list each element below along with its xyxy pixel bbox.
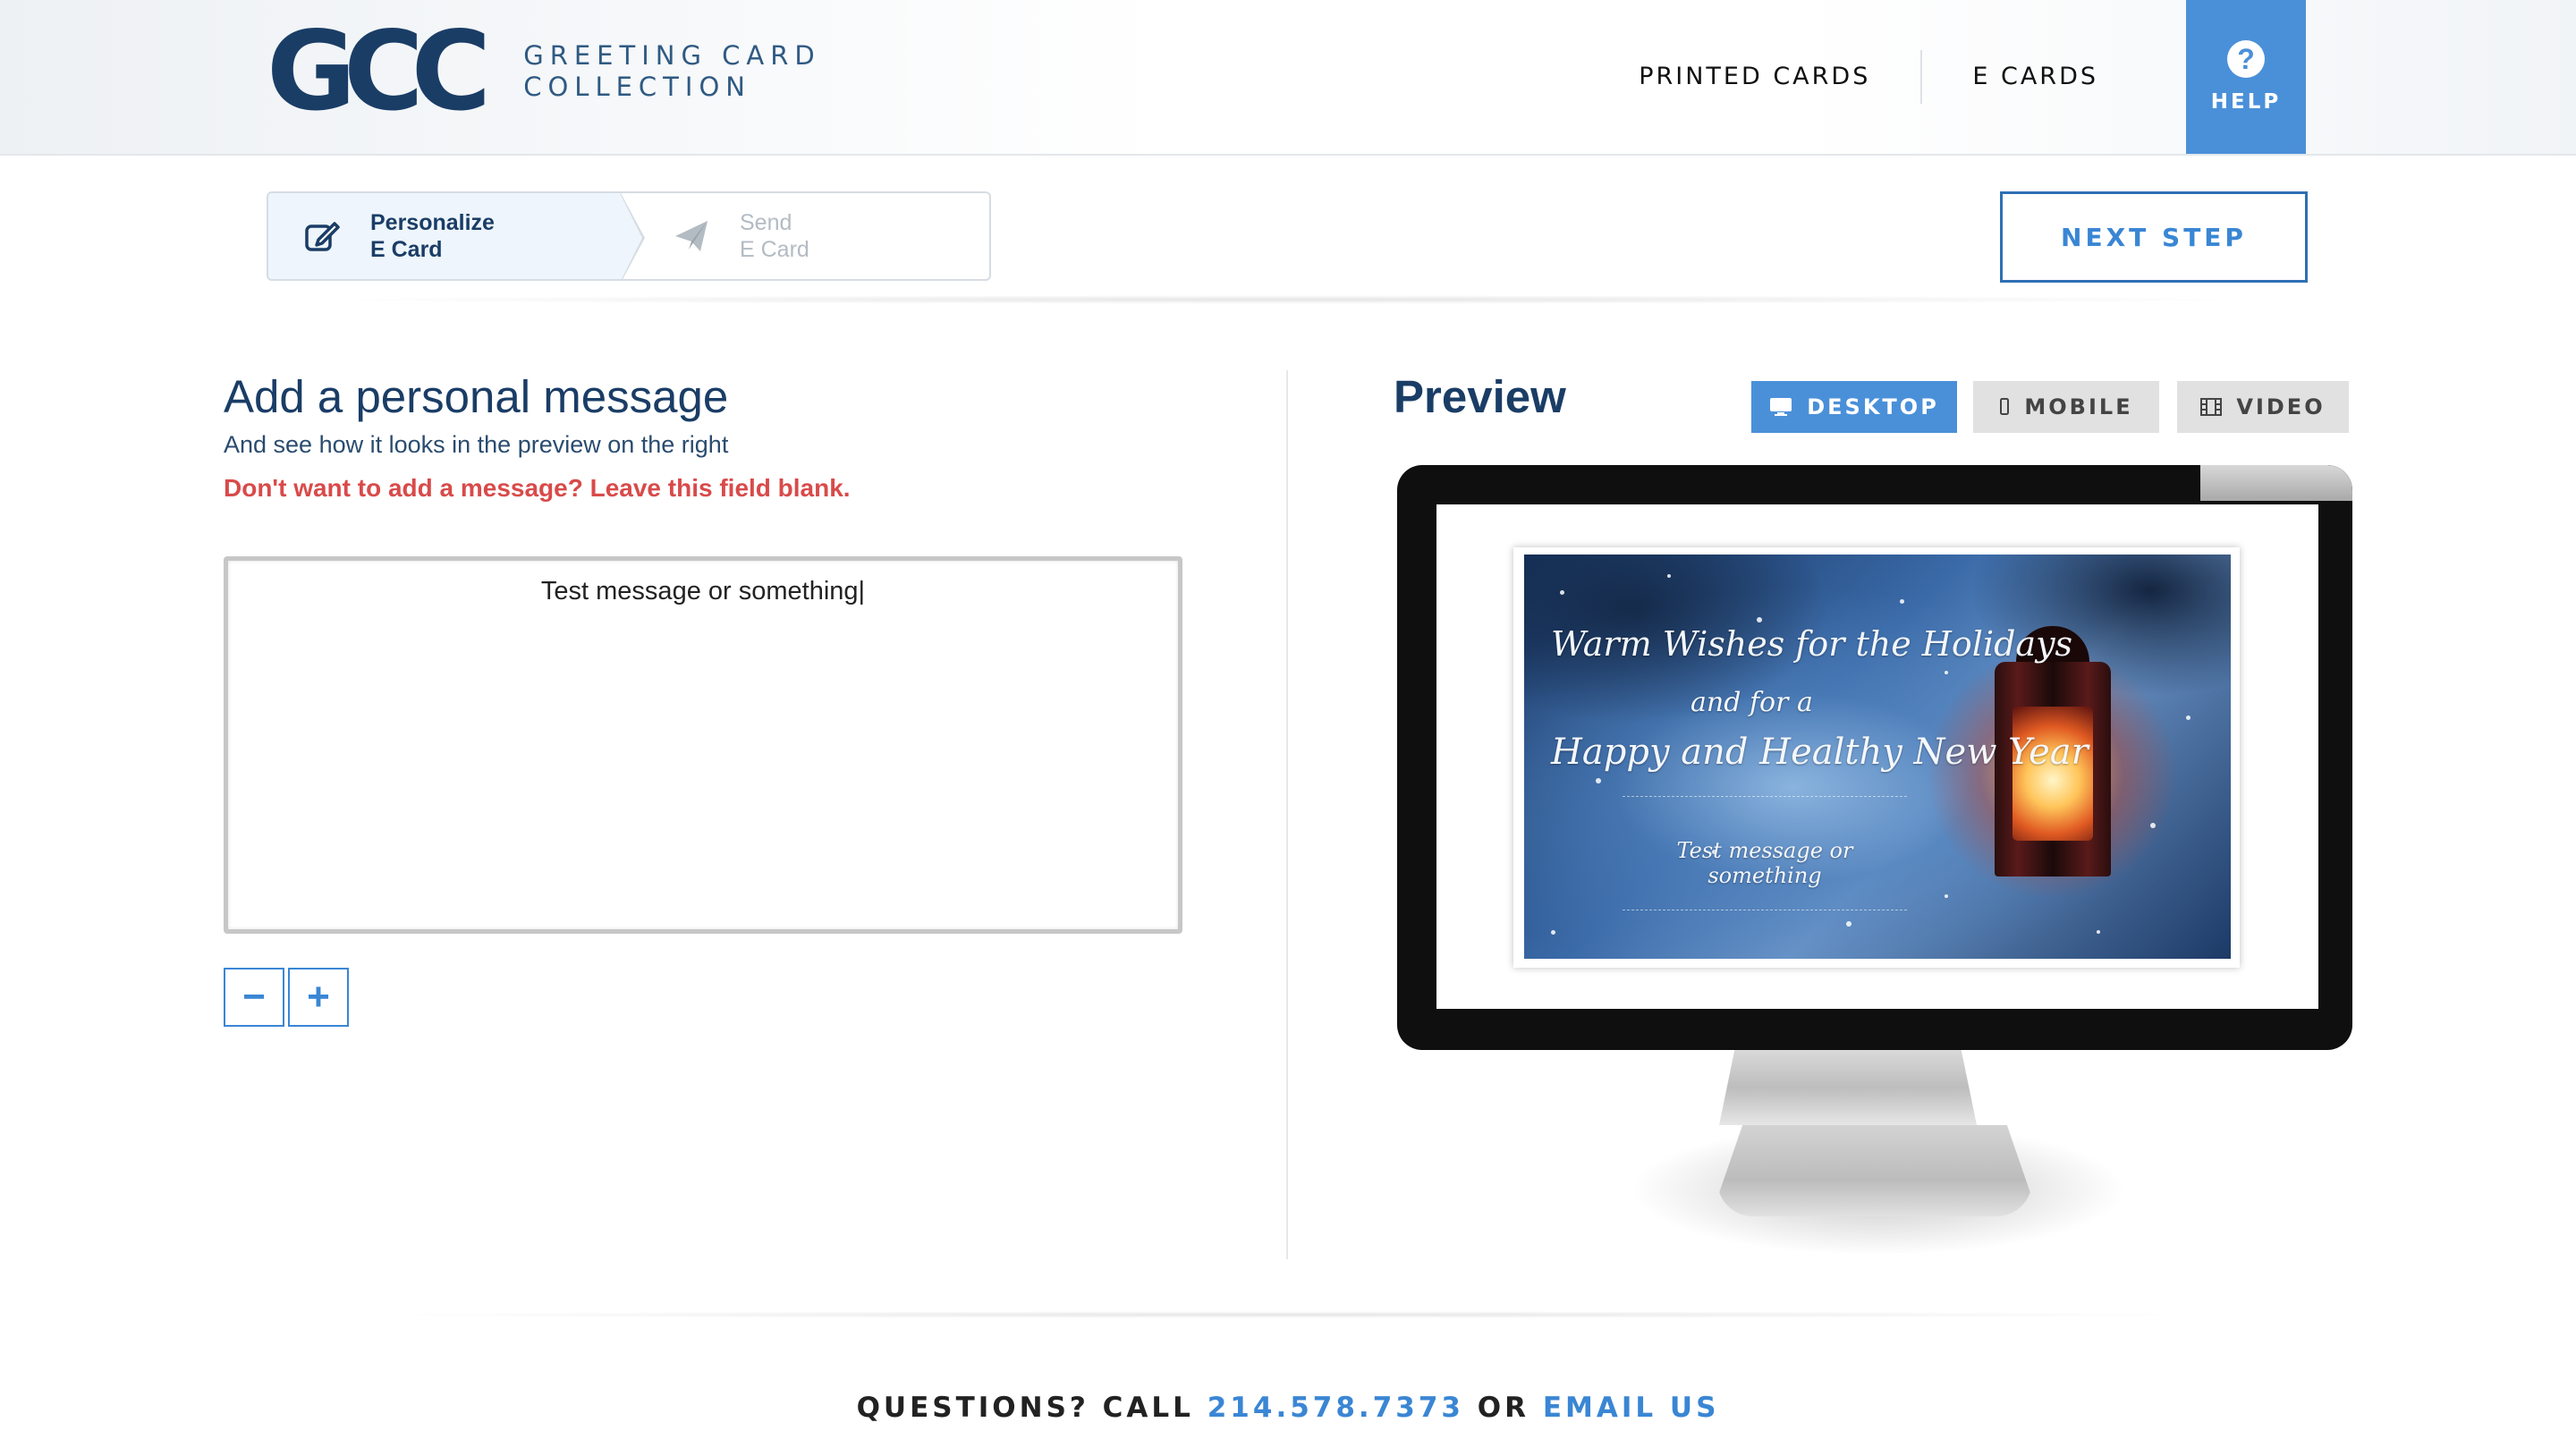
step-send[interactable]: Send E Card [620, 193, 989, 279]
nav-printed-cards[interactable]: PRINTED CARDS [1589, 50, 1920, 104]
monitor-neck [1719, 1050, 1977, 1125]
snowflake [2150, 823, 2156, 828]
tab-desktop-label: DESKTOP [1807, 394, 1939, 419]
email-link[interactable]: EMAIL US [1543, 1392, 1720, 1424]
edit-icon [302, 216, 342, 256]
snowflake [1945, 671, 1948, 674]
tab-video-label: VIDEO [2236, 394, 2326, 419]
snowflake [1551, 930, 1555, 935]
monitor-stand [1717, 1125, 2032, 1216]
step-personalize-line1: Personalize [370, 210, 495, 235]
logo-text: GREETING CARD COLLECTION [523, 40, 821, 103]
card-greeting-line1: Warm Wishes for the Holidays [1551, 624, 2073, 664]
question-mark-icon: ? [2227, 40, 2265, 78]
snowflake [1846, 921, 1852, 927]
card-greeting-line2: and for a [1690, 687, 1813, 718]
step-progress: Personalize E Card Send E Card [267, 191, 991, 281]
logo-text-line1: GREETING CARD [523, 40, 821, 71]
help-button[interactable]: ? HELP [2186, 0, 2306, 154]
footer-shadow [340, 1311, 2236, 1318]
minus-icon: − [242, 975, 266, 1019]
increase-text-size-button[interactable]: + [288, 968, 349, 1027]
lantern-glow [2012, 707, 2093, 841]
card-message-text: Test message or something [1676, 838, 1853, 888]
step-send-text: Send E Card [740, 209, 809, 263]
tab-mobile[interactable]: MOBILE [1973, 381, 2159, 433]
step-send-line1: Send [740, 210, 792, 235]
preview-title: Preview [1394, 371, 1566, 422]
desktop-icon [1769, 397, 1792, 417]
site-header: GCC GREETING CARD COLLECTION PRINTED CAR… [0, 0, 2576, 156]
monitor-glare [2200, 465, 2352, 501]
snowflake [1757, 617, 1762, 622]
film-icon [2200, 398, 2223, 416]
footer-middle: OR [1464, 1392, 1543, 1424]
personal-message-text: Test message or something [228, 561, 1178, 606]
section-shadow [295, 295, 2281, 304]
ecard-preview: Warm Wishes for the Holidays and for a H… [1513, 547, 2240, 968]
snowflake [1667, 574, 1671, 578]
step-personalize-text: Personalize E Card [370, 209, 495, 263]
snowflake [1945, 894, 1948, 898]
help-label: HELP [2210, 90, 2282, 114]
nav-e-cards[interactable]: E CARDS [1920, 50, 2148, 104]
card-message-area: Test message or something [1623, 796, 1907, 910]
message-title: Add a personal message [224, 371, 729, 422]
tab-mobile-label: MOBILE [2024, 394, 2133, 419]
column-divider [1286, 370, 1288, 1259]
snowflake [2186, 716, 2190, 720]
snowflake [1560, 590, 1564, 595]
decrease-text-size-button[interactable]: − [224, 968, 284, 1027]
logo[interactable]: GCC GREETING CARD COLLECTION [267, 17, 821, 126]
card-greeting-line3: Happy and Healthy New Year [1551, 732, 2089, 773]
tab-video[interactable]: VIDEO [2177, 381, 2349, 433]
logo-text-line2: COLLECTION [523, 72, 751, 102]
snowflake [1900, 599, 1904, 604]
plus-icon: + [307, 975, 330, 1019]
logo-mark: GCC [267, 8, 491, 135]
snowflake [1596, 778, 1601, 783]
message-warning: Don't want to add a message? Leave this … [224, 474, 851, 502]
snowflake [2097, 930, 2100, 934]
tab-desktop[interactable]: DESKTOP [1751, 381, 1957, 433]
next-step-button[interactable]: NEXT STEP [2000, 191, 2308, 283]
ecard-image: Warm Wishes for the Holidays and for a H… [1524, 555, 2231, 959]
main-nav: PRINTED CARDS E CARDS ? HELP [1589, 0, 2306, 154]
step-personalize-line2: E Card [370, 237, 443, 262]
paper-plane-icon [672, 216, 711, 256]
footer-prefix: QUESTIONS? CALL [856, 1392, 1208, 1424]
step-personalize[interactable]: Personalize E Card [268, 193, 645, 279]
footer-contact: QUESTIONS? CALL 214.578.7373 OR EMAIL US [0, 1392, 2576, 1424]
personal-message-input[interactable]: Test message or something [224, 556, 1182, 934]
mobile-icon [1999, 398, 2010, 416]
phone-link[interactable]: 214.578.7373 [1208, 1392, 1464, 1424]
step-send-line2: E Card [740, 237, 809, 262]
message-subtitle: And see how it looks in the preview on t… [224, 431, 729, 458]
